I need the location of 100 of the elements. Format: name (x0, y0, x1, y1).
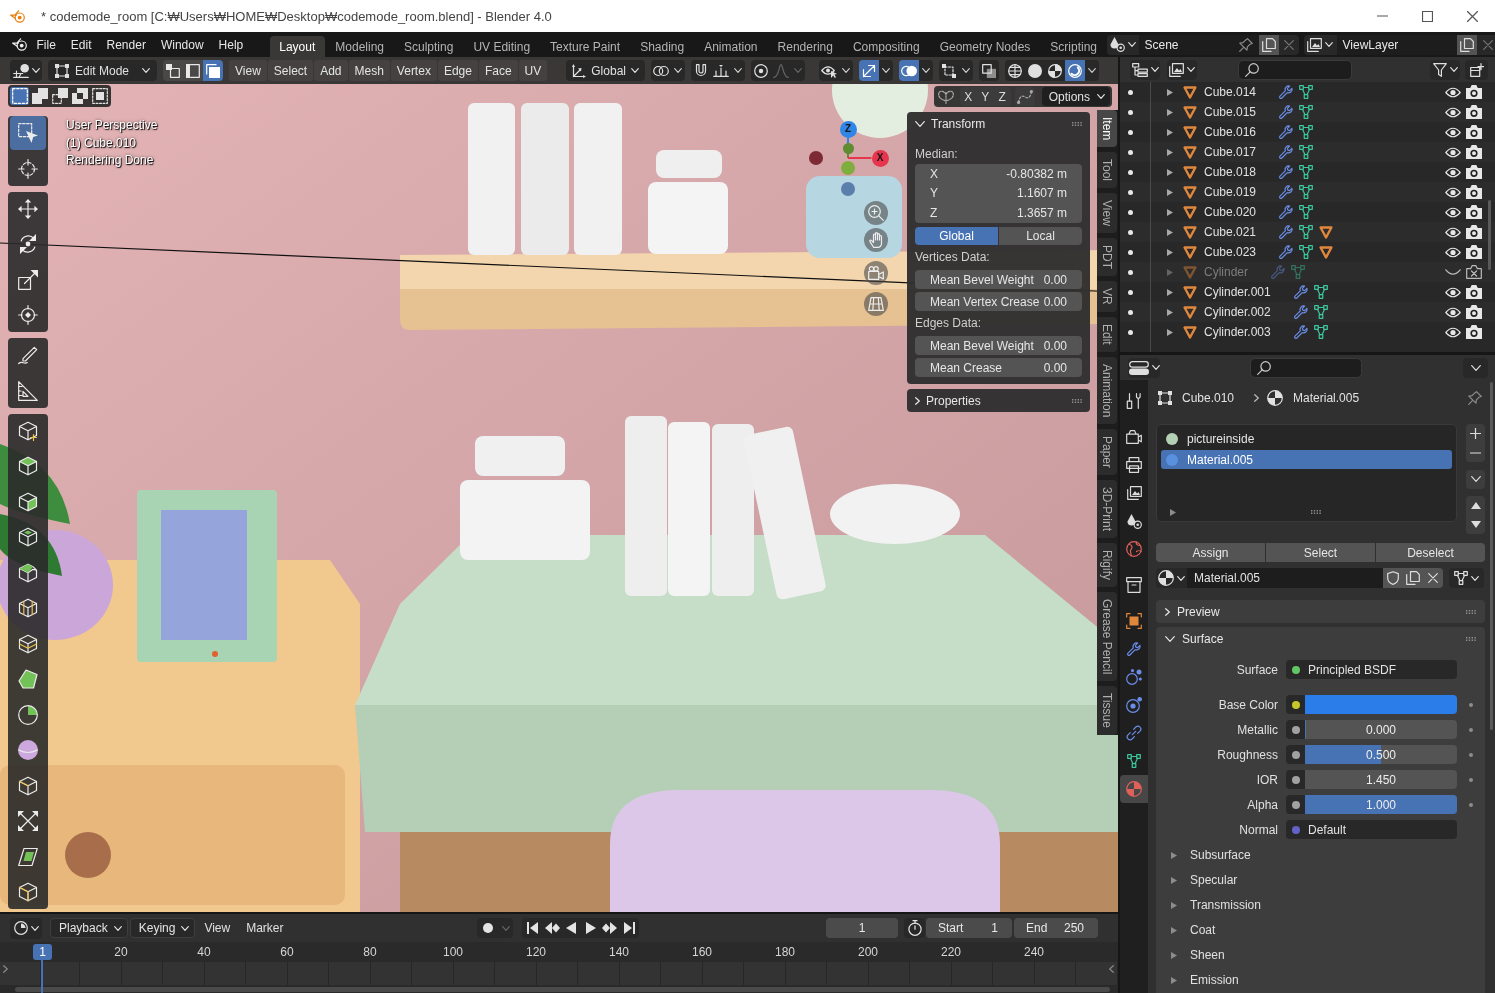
fake-user-button[interactable] (1383, 568, 1403, 588)
outliner-row[interactable]: Cube.019 (1120, 182, 1495, 202)
options-dropdown[interactable]: Options (1041, 87, 1110, 106)
wrench-icon[interactable] (1279, 105, 1294, 119)
scene-field[interactable]: Scene (1138, 34, 1259, 55)
sidebar-tab[interactable]: Paper (1097, 428, 1117, 475)
inverted-triangle-icon[interactable] (1319, 225, 1334, 239)
sidebar-tab[interactable]: PDT (1097, 238, 1117, 277)
jump-to-start-button[interactable] (522, 918, 542, 938)
end-frame-field[interactable]: End 250 (1014, 918, 1098, 938)
triangle-nodes-icon[interactable] (1299, 85, 1314, 99)
subpanel-header[interactable]: Sheen (1156, 945, 1485, 965)
animate-dot-icon[interactable] (1469, 777, 1473, 782)
socket-field[interactable]: Principled BSDF (1286, 660, 1457, 679)
eye-icon[interactable] (1445, 126, 1461, 138)
wrench-icon[interactable] (1279, 225, 1294, 239)
number-field[interactable]: 1.450 (1305, 770, 1457, 789)
dot-icon[interactable] (1128, 149, 1133, 155)
color-swatch[interactable] (1305, 695, 1457, 714)
menu-dropdown[interactable]: Playback (50, 918, 128, 938)
eye-icon[interactable] (1445, 206, 1461, 218)
sidebar-tab[interactable]: 3D-Print (1097, 479, 1117, 538)
socket-button[interactable] (1286, 720, 1305, 739)
value-slider[interactable]: 1.000 (1305, 795, 1457, 814)
link-dropdown[interactable] (1449, 568, 1484, 588)
auto-merge-button[interactable] (1014, 87, 1035, 106)
dot-icon[interactable] (1128, 129, 1133, 135)
outliner-row[interactable]: Cube.021 (1120, 222, 1495, 242)
workspace-tab[interactable]: Scripting (1040, 36, 1107, 57)
camera-icon[interactable] (1466, 305, 1482, 319)
slot-action-button[interactable]: Select (1266, 543, 1375, 562)
menu-item[interactable]: Face (478, 60, 518, 81)
jump-to-end-button[interactable] (619, 918, 640, 938)
eye-icon[interactable] (1445, 226, 1461, 238)
app-logo-icon[interactable] (12, 38, 28, 51)
wireframe-shading-button[interactable] (1005, 60, 1026, 81)
camera-icon[interactable] (1466, 125, 1482, 139)
camera-icon[interactable] (1466, 145, 1482, 159)
search-field[interactable] (1250, 357, 1362, 378)
material-slot[interactable]: pictureinside (1161, 429, 1452, 448)
outliner-row[interactable]: Cylinder.002 (1120, 302, 1495, 322)
new-collection-button[interactable] (1465, 59, 1488, 80)
xray-toggle[interactable] (979, 60, 1000, 81)
chevron-right-icon[interactable] (3, 965, 8, 973)
expand-triangle-icon[interactable] (1167, 88, 1173, 96)
sidebar-tab[interactable]: Grease Pencil (1097, 591, 1117, 682)
panel-header[interactable]: Surface (1156, 627, 1485, 650)
workspace-tab[interactable]: Geometry Nodes (930, 36, 1040, 57)
scrollbar[interactable] (1488, 200, 1491, 270)
menu-item[interactable]: Mesh (348, 60, 390, 81)
eye-icon[interactable] (1445, 146, 1461, 158)
rendered-shading-button[interactable] (1065, 60, 1086, 81)
workspace-tab[interactable]: Animation (694, 36, 768, 57)
camera-icon[interactable] (1466, 245, 1482, 259)
unlink-button[interactable] (1278, 34, 1299, 55)
menu-item[interactable]: Add (314, 60, 348, 81)
menu-item[interactable]: Help (211, 34, 251, 55)
add-slot-button[interactable] (1466, 424, 1485, 443)
workspace-tab[interactable]: Layout (269, 36, 325, 57)
camera-icon[interactable] (1466, 165, 1482, 179)
material-slot[interactable]: Material.005 (1161, 450, 1452, 469)
wrench-icon[interactable] (1279, 205, 1294, 219)
eye-icon[interactable] (1445, 306, 1461, 318)
filter-button[interactable] (1430, 59, 1460, 80)
wrench-icon[interactable] (1279, 145, 1294, 159)
overlays-toggle[interactable] (899, 60, 920, 81)
menu-item[interactable]: Edge (437, 60, 478, 81)
animate-dot-icon[interactable] (1469, 752, 1473, 757)
expand-triangle-icon[interactable] (1167, 228, 1173, 236)
extend-selection-button[interactable] (30, 87, 49, 105)
outliner-row[interactable]: Cube.015 (1120, 102, 1495, 122)
move-down-button[interactable] (1466, 515, 1485, 534)
wrench-icon[interactable] (1293, 285, 1308, 299)
expand-triangle-icon[interactable] (1167, 308, 1173, 316)
panel-header[interactable]: Properties (907, 389, 1090, 412)
pin-icon[interactable] (1238, 37, 1253, 52)
start-frame-field[interactable]: Start 1 (926, 918, 1012, 938)
socket-button[interactable] (1286, 695, 1305, 714)
sidebar-tab[interactable]: VR (1097, 281, 1117, 312)
dot-icon[interactable] (1128, 169, 1133, 175)
eye-icon[interactable] (1445, 106, 1461, 118)
dot-icon[interactable] (1128, 269, 1133, 275)
view-layer-field[interactable]: ViewLayer (1336, 34, 1457, 55)
value-slider[interactable]: 0.000 (1305, 720, 1457, 739)
slot-action-button[interactable]: Assign (1156, 543, 1265, 562)
panel-options-button[interactable] (1463, 357, 1488, 378)
proportional-edit-toggle[interactable] (751, 60, 772, 81)
slot-menu-button[interactable] (1466, 469, 1485, 489)
dot-icon[interactable] (1128, 249, 1133, 255)
workspace-tab[interactable]: Texture Paint (540, 36, 630, 57)
scene-browse-button[interactable] (1106, 34, 1139, 55)
triangle-nodes-icon[interactable] (1299, 225, 1314, 239)
wrench-icon[interactable] (1293, 325, 1308, 339)
material-browse-button[interactable] (1156, 568, 1187, 588)
zoom-button[interactable] (864, 201, 888, 225)
dot-icon[interactable] (1128, 109, 1133, 115)
eye-icon[interactable] (1445, 286, 1461, 298)
selectability-button[interactable] (819, 60, 840, 81)
workspace-tab[interactable]: Rendering (768, 36, 843, 57)
socket-button[interactable] (1286, 745, 1305, 764)
